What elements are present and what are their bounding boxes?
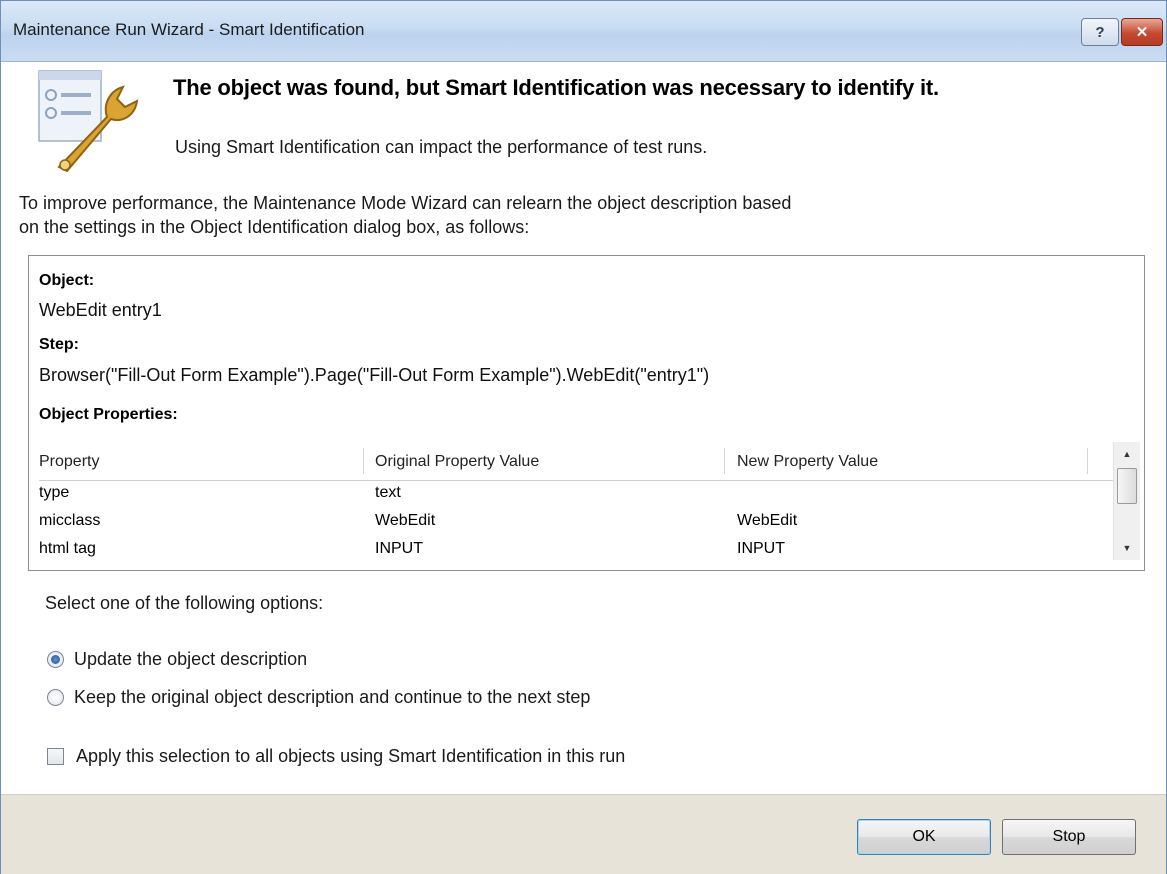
window-title: Maintenance Run Wizard - Smart Identific…: [13, 20, 365, 39]
ok-button[interactable]: OK: [857, 819, 991, 855]
column-separator[interactable]: [1087, 448, 1088, 474]
intro-text: To improve performance, the Maintenance …: [19, 191, 1119, 239]
cell-original: text: [375, 484, 401, 501]
stop-button[interactable]: Stop: [1002, 819, 1136, 855]
step-label: Step:: [39, 336, 79, 353]
details-panel: Object: WebEdit entry1 Step: Browser("Fi…: [28, 255, 1145, 571]
close-icon: ✕: [1135, 24, 1149, 41]
radio-button-selected[interactable]: [47, 651, 64, 668]
column-header-original[interactable]: Original Property Value: [375, 453, 539, 471]
table-row[interactable]: type text: [39, 480, 1113, 508]
dialog-window: Maintenance Run Wizard - Smart Identific…: [0, 0, 1167, 874]
cell-property: micclass: [39, 512, 101, 529]
header-subtitle: Using Smart Identification can impact th…: [175, 137, 708, 157]
apply-all-checkbox[interactable]: [47, 748, 64, 765]
intro-line-1: To improve performance, the Maintenance …: [19, 193, 792, 213]
radio-button[interactable]: [47, 689, 64, 706]
wizard-wrench-icon: [38, 70, 139, 173]
cell-original: INPUT: [375, 540, 423, 557]
properties-scrollbar[interactable]: ▲ ▼: [1113, 442, 1140, 560]
object-label: Object:: [39, 272, 95, 289]
cell-new: INPUT: [737, 540, 785, 557]
options-label: Select one of the following options:: [45, 593, 324, 613]
help-icon: ?: [1095, 23, 1105, 41]
column-separator[interactable]: [363, 448, 364, 474]
column-header-property[interactable]: Property: [39, 453, 99, 471]
radio-keep-label[interactable]: Keep the original object description and…: [74, 687, 590, 708]
step-value: Browser("Fill-Out Form Example").Page("F…: [39, 365, 710, 385]
scroll-up-icon[interactable]: ▲: [1114, 442, 1140, 466]
column-separator[interactable]: [724, 448, 725, 474]
cell-property: html tag: [39, 540, 96, 557]
header-title: The object was found, but Smart Identifi…: [173, 75, 939, 100]
apply-all-checkbox-row[interactable]: Apply this selection to all objects usin…: [47, 746, 625, 767]
intro-line-2: on the settings in the Object Identifica…: [19, 217, 530, 237]
object-value: WebEdit entry1: [39, 300, 162, 320]
title-bar: Maintenance Run Wizard - Smart Identific…: [1, 1, 1166, 62]
radio-update-description[interactable]: Update the object description: [47, 649, 307, 670]
radio-keep-original[interactable]: Keep the original object description and…: [47, 687, 590, 708]
table-row[interactable]: html tag INPUT INPUT: [39, 536, 1113, 564]
column-header-new[interactable]: New Property Value: [737, 453, 878, 471]
button-bar: OK Stop: [1, 794, 1166, 874]
cell-original: WebEdit: [375, 512, 436, 529]
object-properties-label: Object Properties:: [39, 406, 178, 423]
scroll-thumb[interactable]: [1117, 468, 1137, 504]
cell-new: WebEdit: [737, 512, 798, 529]
apply-all-label[interactable]: Apply this selection to all objects usin…: [76, 746, 625, 767]
properties-grid-header: Property Original Property Value New Pro…: [39, 444, 1113, 481]
cell-property: type: [39, 484, 70, 501]
table-row[interactable]: micclass WebEdit WebEdit: [39, 508, 1113, 536]
help-button[interactable]: ?: [1081, 18, 1119, 46]
close-button[interactable]: ✕: [1121, 18, 1163, 46]
radio-update-label[interactable]: Update the object description: [74, 649, 307, 670]
scroll-down-icon[interactable]: ▼: [1114, 536, 1140, 560]
